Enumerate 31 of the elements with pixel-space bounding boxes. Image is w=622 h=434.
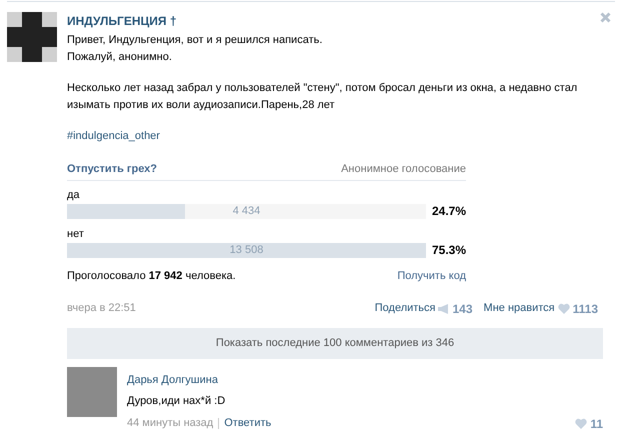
post-text: Привет, Индульгенция, вот и я решился написать. Пожалуй, анонимно.	[67, 33, 324, 65]
show-comments-button[interactable]: Показать последние 100 комментариев из 346	[67, 328, 603, 358]
like-link[interactable]: Мне нравится	[484, 300, 555, 317]
total-votes: Проголосовало 17 942 человека.	[67, 269, 236, 284]
photo-placeholder[interactable]	[67, 366, 117, 416]
megaphone-icon	[438, 304, 450, 314]
comment-text: Дуров,иди нах*й :D	[127, 394, 226, 409]
like-count: 1113	[572, 300, 598, 318]
poll-option-label: нет	[67, 227, 85, 241]
heart-icon	[558, 303, 570, 314]
post-time: вчера в 22:51	[67, 301, 136, 316]
poll-percent: 75.3%	[432, 242, 466, 259]
post-text: Несколько лет назад забрал у пользователей "стену", потом бросал деньги из окна, а недавно стал изымать против их воли аудиозаписи.Парень,28 лет	[67, 81, 578, 113]
share-link[interactable]: Поделиться	[374, 300, 436, 317]
heart-icon	[575, 418, 588, 429]
poll-option-label: да	[67, 188, 81, 202]
share-count: 143	[452, 300, 473, 318]
get-code-link[interactable]: Получить код	[397, 268, 466, 284]
vote-count: 4 434	[232, 204, 262, 218]
hashtag-link[interactable]: #indulgencia_other	[67, 130, 160, 142]
author-name[interactable]: ИНДУЛЬГЕНЦИЯ †	[67, 12, 177, 30]
comment-time: 44 минуты назад	[127, 416, 214, 432]
poll-percent: 24.7%	[432, 203, 466, 220]
comment-like-count: 11	[590, 416, 603, 432]
poll-question: Отпустить грех?	[67, 162, 158, 176]
poll-type: Анонимное голосование	[341, 162, 466, 176]
cross-avatar[interactable]	[7, 12, 57, 62]
reply-link[interactable]: Ответить	[218, 418, 272, 429]
comment-author[interactable]: Дарья Долгушина	[127, 372, 603, 388]
vote-count: 13 508	[228, 242, 264, 258]
close-icon[interactable]	[600, 12, 611, 23]
